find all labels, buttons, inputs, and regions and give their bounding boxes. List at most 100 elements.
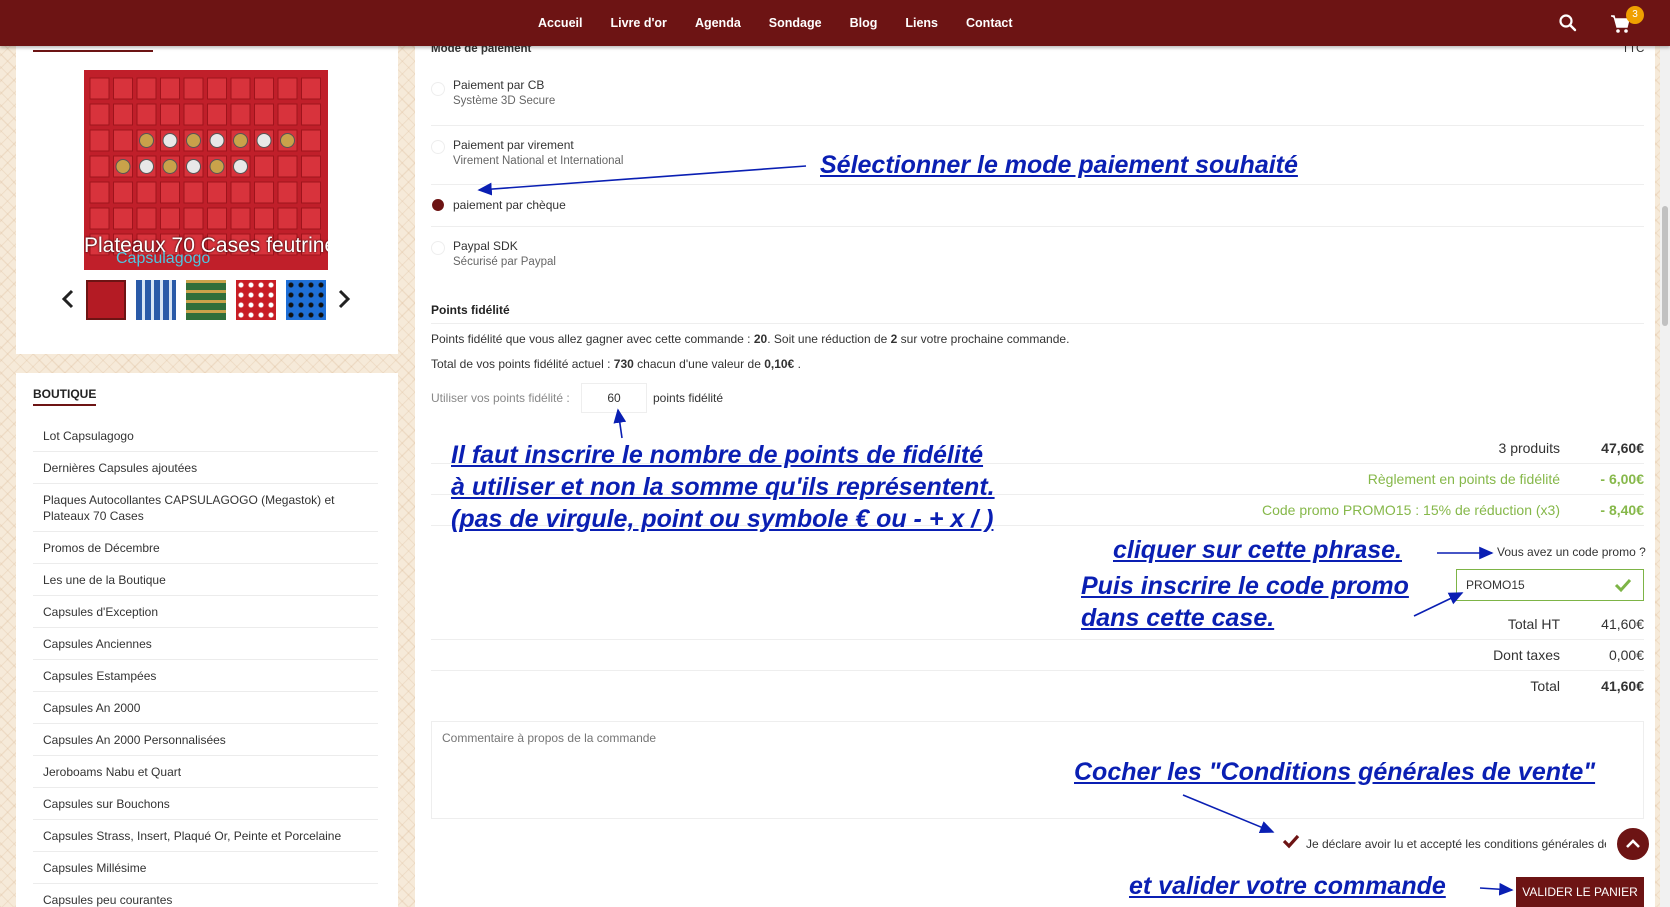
scroll-to-top-button[interactable] (1615, 826, 1651, 862)
summary-value: 0,00€ (1608, 647, 1644, 663)
tray-cell (160, 181, 180, 204)
summary-label: Total HT (1507, 616, 1560, 632)
summary-label: Dont taxes (1493, 647, 1560, 663)
nav-item-agenda[interactable]: Agenda (695, 16, 741, 30)
tray-cell (230, 207, 251, 230)
tray-cell (183, 77, 204, 100)
thumbnail-2[interactable] (136, 280, 176, 320)
chevron-left-icon[interactable] (60, 288, 76, 310)
points-input[interactable] (581, 383, 647, 413)
boutique-category-item[interactable]: Capsules Estampées (33, 660, 378, 692)
annotation-payment: Sélectionner le mode paiement souhaité (820, 151, 1298, 179)
use-points-label: Utiliser vos points fidélité : (431, 391, 570, 405)
radio-virement[interactable] (431, 140, 445, 154)
tray-cell (207, 103, 227, 126)
promo-code-link[interactable]: Vous avez un code promo ? (1497, 545, 1646, 559)
summary-value: 47,60€ (1601, 440, 1644, 456)
payment-option-title: Paypal SDK (453, 239, 518, 253)
tray-cell (207, 77, 227, 100)
tray-cell (136, 181, 157, 204)
thumbnail-3[interactable] (186, 280, 226, 320)
thumbnail-strip (60, 278, 352, 322)
summary-value: - 8,40€ (1600, 502, 1644, 518)
tray-cell (301, 181, 321, 204)
boutique-category-item[interactable]: Dernières Capsules ajoutées (33, 452, 378, 484)
boutique-category-item[interactable]: Capsules sur Bouchons (33, 788, 378, 820)
payment-option-cheque[interactable]: paiement par chèque (431, 185, 1644, 227)
tray-cell (183, 207, 204, 230)
nav-item-sondage[interactable]: Sondage (769, 16, 822, 30)
tray-cell (230, 77, 251, 100)
nav-item-contact[interactable]: Contact (966, 16, 1013, 30)
nav-item-accueil[interactable]: Accueil (538, 16, 582, 30)
summary-value: 41,60€ (1601, 678, 1644, 694)
tray-cell (254, 181, 274, 204)
bottle-cap (139, 133, 154, 148)
nav-item-livre-dor[interactable]: Livre d'or (610, 16, 666, 30)
boutique-category-item[interactable]: Capsules An 2000 Personnalisées (33, 724, 378, 756)
annotation-points-line2: à utiliser et non la somme qu'ils représ… (451, 473, 995, 501)
boutique-category-item[interactable]: Lot Capsulagogo (33, 420, 378, 452)
thumbnail-4[interactable] (236, 280, 276, 320)
boutique-category-item[interactable]: Capsules Anciennes (33, 628, 378, 660)
tray-cell (136, 77, 157, 100)
tray-cell (254, 207, 274, 230)
tray-cell (301, 103, 321, 126)
payment-option-title: Paiement par CB (453, 78, 545, 92)
boutique-category-item[interactable]: Plaques Autocollantes CAPSULAGOGO (Megas… (33, 484, 378, 532)
cgv-checkbox[interactable] (1282, 833, 1300, 849)
summary-value: - 6,00€ (1600, 471, 1644, 487)
tray-cell (113, 103, 133, 126)
bottle-cap (256, 133, 272, 148)
summary-value: 41,60€ (1601, 616, 1644, 632)
boutique-category-item[interactable]: Promos de Décembre (33, 532, 378, 564)
boutique-category-item[interactable]: Jeroboams Nabu et Quart (33, 756, 378, 788)
boutique-category-item[interactable]: Capsules An 2000 (33, 692, 378, 724)
annotation-points-line1: Il faut inscrire le nombre de points de … (451, 441, 984, 469)
tray-cell (277, 155, 298, 178)
summary-row-taxes: Dont taxes 0,00€ (431, 641, 1644, 671)
tray-cell (277, 77, 298, 100)
tray-cell (89, 77, 110, 100)
page-scrollbar[interactable] (1660, 46, 1670, 907)
tray-cell (254, 103, 274, 126)
divider (431, 323, 1644, 324)
points-unit-label: points fidélité (653, 391, 724, 405)
radio-cb[interactable] (431, 82, 445, 96)
search-icon[interactable] (1558, 13, 1578, 33)
boutique-category-item[interactable]: Les une de la Boutique (33, 564, 378, 596)
validate-cart-button[interactable]: VALIDER LE PANIER (1516, 877, 1644, 907)
thumbnail-1[interactable] (86, 280, 126, 320)
annotation-promo-enter-line2: dans cette case. (1081, 604, 1275, 632)
main-nav: Accueil Livre d'or Agenda Sondage Blog L… (538, 0, 1041, 46)
payment-option-subtitle: Virement National et International (453, 155, 624, 167)
summary-label: Règlement en points de fidélité (1367, 471, 1560, 487)
tray-cell (277, 103, 298, 126)
radio-paypal[interactable] (431, 241, 445, 255)
bottle-cap (139, 159, 154, 174)
boutique-category-item[interactable]: Capsules d'Exception (33, 596, 378, 628)
annotation-validate: et valider votre commande (1129, 872, 1446, 900)
boutique-category-item[interactable]: Capsules peu courantes (33, 884, 378, 907)
summary-label: Code promo PROMO15 : 15% de réduction (x… (1261, 502, 1560, 518)
fidelity-earn-text: Points fidélité que vous allez gagner av… (431, 332, 1070, 346)
boutique-category-item[interactable]: Capsules Strass, Insert, Plaqué Or, Pein… (33, 820, 378, 852)
radio-cheque[interactable] (432, 199, 444, 211)
nav-item-liens[interactable]: Liens (905, 16, 938, 30)
payment-option-cb[interactable]: Paiement par CB Système 3D Secure (431, 72, 1644, 126)
bottle-cap (162, 159, 178, 174)
payment-option-subtitle: Système 3D Secure (453, 95, 556, 107)
thumbnail-5[interactable] (286, 280, 326, 320)
fidelity-section-title: Points fidélité (431, 303, 510, 317)
bottle-cap (186, 133, 201, 148)
chevron-right-icon[interactable] (336, 288, 352, 310)
payment-option-paypal[interactable]: Paypal SDK Sécurisé par Paypal (431, 227, 1644, 287)
product-image[interactable]: Plateaux 70 Cases feutrine Capsulagogo (84, 70, 328, 270)
boutique-category-item[interactable]: Capsules Millésime (33, 852, 378, 884)
product-watermark: Capsulagogo (116, 250, 211, 267)
payment-option-title: paiement par chèque (453, 198, 566, 212)
cart-count-badge: 3 (1626, 6, 1644, 24)
cgv-label: Je déclare avoir lu et accepté les condi… (1306, 837, 1606, 851)
nav-item-blog[interactable]: Blog (850, 16, 878, 30)
scrollbar-thumb[interactable] (1662, 206, 1668, 326)
